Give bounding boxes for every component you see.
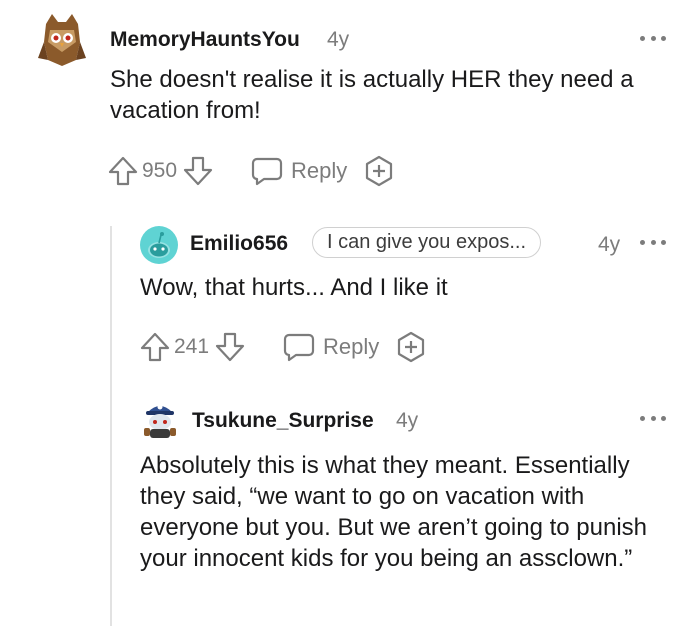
snoo-cap-avatar-icon[interactable] xyxy=(140,398,180,440)
reply-button[interactable]: Reply xyxy=(291,158,347,184)
more-options-icon[interactable] xyxy=(640,414,666,422)
comment-actions: 950 Reply xyxy=(108,151,395,191)
vote-count: 241 xyxy=(174,335,210,358)
downvote-icon[interactable] xyxy=(183,155,213,187)
thread-line xyxy=(110,226,112,626)
owl-avatar-icon[interactable] xyxy=(36,12,88,68)
comment-username[interactable]: Tsukune_Surprise xyxy=(192,409,374,433)
comment-body: Wow, that hurts... And I like it xyxy=(140,274,448,301)
comment-body: Absolutely this is what they meant. Esse… xyxy=(140,452,647,572)
upvote-icon[interactable] xyxy=(140,331,170,363)
comment-age: 4y xyxy=(396,409,419,432)
snoo-avatar-icon[interactable] xyxy=(140,226,178,264)
reply-icon[interactable] xyxy=(251,156,283,186)
comment-age: 4y xyxy=(598,233,621,256)
upvote-icon[interactable] xyxy=(108,155,138,187)
more-options-icon[interactable] xyxy=(640,238,666,246)
comment-username[interactable]: Emilio656 xyxy=(190,232,288,256)
user-flair: I can give you expos... xyxy=(312,227,542,258)
comment-age: 4y xyxy=(327,28,350,51)
downvote-icon[interactable] xyxy=(215,331,245,363)
comment-body: She doesn't realise it is actually HER t… xyxy=(110,66,634,124)
reply-icon[interactable] xyxy=(283,332,315,362)
comment-actions: 241 Reply xyxy=(140,327,427,367)
reply-button[interactable]: Reply xyxy=(323,334,379,360)
award-plus-icon[interactable] xyxy=(363,155,395,187)
more-options-icon[interactable] xyxy=(640,34,666,42)
vote-count: 950 xyxy=(142,159,178,182)
award-plus-icon[interactable] xyxy=(395,331,427,363)
comment-username[interactable]: MemoryHauntsYou xyxy=(110,28,300,52)
